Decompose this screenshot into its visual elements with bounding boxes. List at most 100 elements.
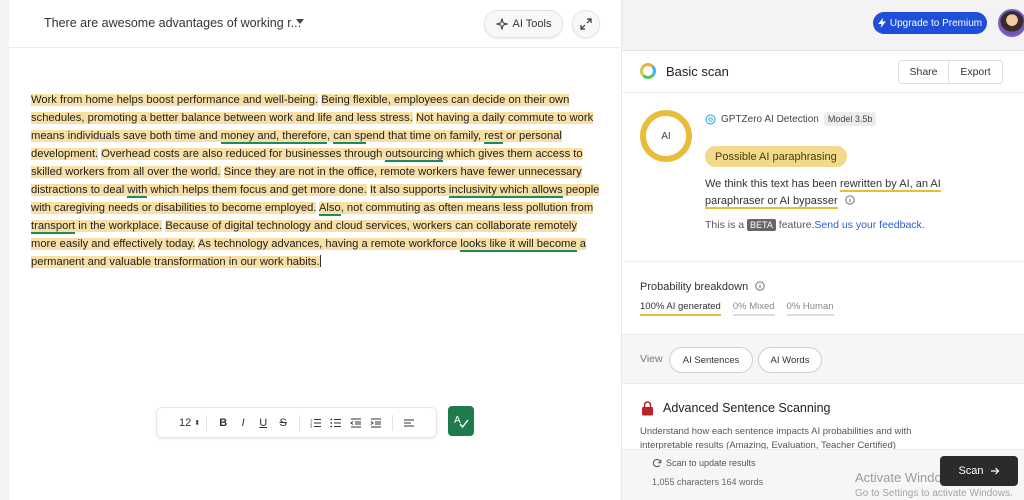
ai-highlighted-sentence: Work from home helps boost performance a… [31,94,319,106]
flagged-phrase[interactable]: can sp [333,130,367,144]
probability-tabs: 100% AI generated 0% Mixed 0% Human [640,301,834,316]
outdent-icon [350,418,362,427]
ai-highlighted-sentence: , not commuting as often means less poll… [340,202,594,214]
expand-icon [580,18,592,30]
flagged-phrase[interactable]: money and, therefore [220,130,328,144]
align-button[interactable] [399,413,419,433]
beta-suffix: feature. [775,219,815,231]
share-button[interactable]: Share [898,60,949,84]
probability-title-text: Probability breakdown [640,281,749,293]
editor-panel: There are awesome advantages of working … [9,0,622,500]
flagged-phrase[interactable]: Also [318,202,341,216]
title-dropdown-icon[interactable] [296,19,304,24]
beta-notice: This is a BETA feature.Send us your feed… [705,219,925,231]
flagged-phrase[interactable]: looks like it will become [460,238,577,252]
advanced-scan-title: Advanced Sentence Scanning [663,401,831,415]
explain-prefix: We think this text has been [705,178,840,190]
text-cursor [319,255,321,267]
italic-button[interactable]: I [233,413,253,433]
toolbar-divider [206,414,208,431]
rescan-label: Scan to update results [666,458,756,468]
refresh-icon [652,459,662,468]
expand-button[interactable] [572,10,600,38]
scan-card: Basic scan Share Export AI GPTZero AI De… [622,50,1024,500]
bold-button[interactable]: B [213,413,233,433]
numbered-list-button[interactable]: 123 [306,413,326,433]
editor-header: There are awesome advantages of working … [9,0,621,48]
model-badge: Model 3.5b [823,112,877,126]
ai-highlighted-sentence: end that time on family, [366,130,485,142]
bullet-list-button[interactable] [326,413,346,433]
flagged-phrase[interactable]: transport [31,220,76,234]
detector-name: GPTZero AI Detection [721,113,819,125]
rescan-hint[interactable]: Scan to update results [652,458,756,468]
toolbar-divider [392,414,394,431]
underline-button[interactable]: U [253,413,273,433]
scan-header: Basic scan Share Export [622,51,1024,93]
flagged-phrase[interactable]: outsourcing [385,148,444,162]
beta-badge: BETA [747,219,776,231]
scan-button-label: Scan [958,465,984,477]
indent-icon [370,418,382,427]
results-panel: Upgrade to Premium Basic scan Share Expo… [622,0,1024,500]
ai-tools-label: AI Tools [512,18,552,30]
document-title[interactable]: There are awesome advantages of working … [44,16,301,30]
gptzero-logo-icon [640,63,656,79]
document-text[interactable]: Work from home helps boost performance a… [31,91,601,271]
scan-button[interactable]: Scan [940,456,1018,486]
format-toolbar: 12 ⬍ B I U S 123 [156,407,437,438]
info-icon[interactable] [845,195,855,205]
probability-title: Probability breakdown [640,281,765,293]
ai-highlighted-sentence: in the workplace. [75,220,163,232]
prob-tab-mixed[interactable]: 0% Mixed [732,301,775,316]
feedback-link[interactable]: Send us your feedback. [814,219,924,231]
prob-tab-human[interactable]: 0% Human [786,301,834,316]
outdent-button[interactable] [346,413,366,433]
indent-button[interactable] [366,413,386,433]
info-icon[interactable] [755,281,765,291]
ai-ring-label: AI [661,130,671,142]
app-root: There are awesome advantages of working … [0,0,1024,500]
ai-highlighted-sentence: Overhead costs are also reduced for busi… [101,148,386,160]
detector-info: GPTZero AI Detection Model 3.5b [705,112,877,126]
view-toggle-bar: View AI Sentences AI Words [622,334,1024,384]
font-size-value: 12 [179,416,192,429]
font-size-select[interactable]: 12 ⬍ [179,413,200,433]
strikethrough-button[interactable]: S [273,413,293,433]
prob-tab-ai[interactable]: 100% AI generated [640,301,721,316]
toolbar-divider [299,414,301,431]
sparkle-icon [495,18,508,30]
ai-sentences-button[interactable]: AI Sentences [669,347,753,373]
flagged-phrase[interactable]: with [127,184,148,198]
lock-icon [642,401,653,416]
ai-highlighted-sentence: It also supports [369,184,449,196]
arrow-right-icon [990,467,999,475]
font-size-stepper-icon: ⬍ [194,419,201,427]
upgrade-premium-button[interactable]: Upgrade to Premium [873,12,987,34]
bolt-icon [877,18,886,28]
beta-prefix: This is a [705,219,748,231]
ai-words-button[interactable]: AI Words [758,347,822,373]
flagged-phrase[interactable]: rest [484,130,503,144]
upgrade-premium-label: Upgrade to Premium [889,17,983,29]
grammar-check-button[interactable]: A [448,406,474,436]
windows-activation-subtitle: Go to Settings to activate Windows. [855,488,1013,499]
verdict-badge: Possible AI paraphrasing [705,146,847,167]
text-stats: 1,055 characters 164 words [652,477,764,487]
export-button[interactable]: Export [948,60,1003,84]
verdict-explanation: We think this text has been rewritten by… [705,176,995,210]
svg-text:3: 3 [310,425,312,428]
ai-score-ring: AI [640,110,692,162]
ai-highlighted-sentence: which helps them focus and get more done… [147,184,367,196]
scan-footer: Scan to update results 1,055 characters … [622,449,1024,500]
view-label: View [640,353,663,365]
avatar[interactable] [998,9,1024,37]
flagged-phrase[interactable]: inclusivity which allows [448,184,563,198]
ai-tools-button[interactable]: AI Tools [484,10,563,38]
detector-icon [705,113,716,125]
scan-title: Basic scan [666,64,729,79]
numbered-list-icon: 123 [310,418,322,428]
align-left-icon [404,418,415,427]
section-divider [622,261,1024,262]
spellcheck-icon: A [454,415,469,429]
